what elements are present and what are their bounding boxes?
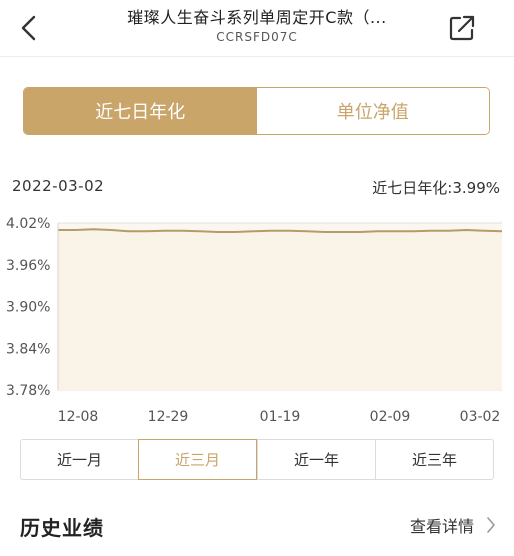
page-title: 璀璨人生奋斗系列单周定开C款（... <box>127 8 387 27</box>
time-range-selector: 近一月 近三月 近一年 近三年 <box>20 439 494 480</box>
y-tick-label: 3.84% <box>6 341 50 357</box>
range-1y[interactable]: 近一年 <box>257 440 375 479</box>
y-tick-label: 4.02% <box>6 216 50 232</box>
y-tick-label: 3.78% <box>6 383 50 399</box>
yield-chart[interactable]: 4.02% 3.96% 3.90% 3.84% 3.78% 12-08 12-29 01-19… <box>0 205 514 430</box>
chevron-left-icon[interactable] <box>14 12 46 44</box>
x-tick-label: 02-09 <box>370 409 411 425</box>
x-tick-label: 12-08 <box>58 409 99 425</box>
metric-tabs: 近七日年化 单位净值 <box>23 87 490 135</box>
x-tick-label: 12-29 <box>148 409 189 425</box>
x-tick-label: 03-02 <box>460 409 501 425</box>
x-tick-label: 01-19 <box>260 409 301 425</box>
header: 璀璨人生奋斗系列单周定开C款（... CCRSFD07C <box>0 0 514 57</box>
tab-seven-day-yield[interactable]: 近七日年化 <box>24 88 257 134</box>
series-area <box>58 229 502 390</box>
y-tick-label: 3.90% <box>6 300 50 316</box>
selected-value: 近七日年化:3.99% <box>372 179 500 197</box>
selected-date: 2022-03-02 <box>12 177 105 195</box>
share-external-icon[interactable] <box>446 12 478 44</box>
product-code: CCRSFD07C <box>216 30 298 44</box>
range-1m[interactable]: 近一月 <box>21 440 138 479</box>
history-title: 历史业绩 <box>20 516 104 540</box>
range-3y[interactable]: 近三年 <box>375 440 493 479</box>
view-details-link[interactable]: 查看详情 <box>410 513 496 537</box>
view-details-label: 查看详情 <box>409 517 474 536</box>
title-block: 璀璨人生奋斗系列单周定开C款（... CCRSFD07C <box>80 8 434 44</box>
y-tick-label: 3.96% <box>6 258 50 274</box>
tab-unit-nav[interactable]: 单位净值 <box>256 88 489 134</box>
chevron-right-icon <box>487 517 495 533</box>
range-3m[interactable]: 近三月 <box>138 439 257 480</box>
